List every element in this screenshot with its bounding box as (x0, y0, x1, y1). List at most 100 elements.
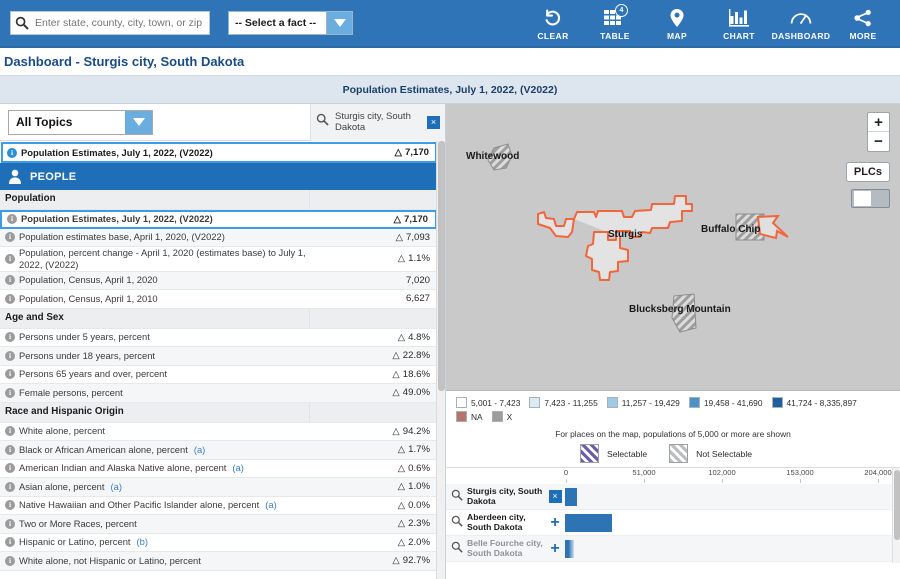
table-row[interactable]: i Two or More Races, percent △ 2.3% (0, 515, 437, 534)
info-icon[interactable]: i (5, 555, 15, 566)
chart-row[interactable]: Belle Fourche city, South Dakota + (446, 536, 900, 562)
map-layer-toggle[interactable] (851, 189, 890, 208)
add-row-button[interactable]: + (545, 514, 565, 531)
table-row[interactable]: i Population, Census, April 1, 2010 6,627 (0, 290, 437, 309)
active-fact-row[interactable]: i Population Estimates, July 1, 2022, (V… (1, 142, 437, 163)
chart-scrollbar[interactable] (892, 468, 900, 563)
table-row[interactable]: i Persons under 5 years, percent △ 4.8% (0, 329, 437, 347)
search-box[interactable] (10, 11, 210, 35)
table-row[interactable]: i Native Hawaiian and Other Pacific Islan… (0, 497, 437, 515)
chevron-down-icon[interactable] (125, 110, 152, 134)
info-icon[interactable]: i (7, 147, 17, 158)
fact-value: △ 4.8% (397, 331, 430, 343)
tool-chart[interactable]: CHART (708, 1, 770, 47)
zoom-out-button[interactable]: − (868, 132, 889, 151)
info-icon[interactable]: i (5, 369, 15, 380)
info-icon[interactable]: i (5, 500, 15, 511)
chart-bar[interactable] (565, 539, 575, 558)
fact-label: i Population estimates base, April 1, 202… (0, 231, 309, 243)
tool-clear[interactable]: CLEAR (522, 1, 584, 47)
table-row[interactable]: i Population estimates base, April 1, 202… (0, 228, 437, 247)
remove-row-button[interactable]: × (545, 490, 565, 503)
tool-map[interactable]: MAP (646, 1, 708, 47)
info-icon[interactable]: i (5, 332, 15, 343)
table-row[interactable]: i American Indian and Alaska Native alone… (0, 460, 437, 478)
chart-rows: Sturgis city, South Dakota × Aberdeen city… (446, 484, 900, 562)
chart-bar[interactable] (565, 487, 577, 506)
table-row[interactable]: i Persons under 18 years, percent △ 22.8% (0, 347, 437, 366)
footnote-link[interactable]: (a) (194, 444, 205, 456)
selected-place-chip: Sturgis city, South Dakota × (310, 103, 445, 141)
info-icon[interactable]: i (5, 275, 15, 286)
fact-label: i Population, percent change - April 1, 2… (0, 247, 309, 271)
facts-scrollbar-thumb[interactable] (438, 141, 445, 391)
legend-item: X (491, 411, 513, 422)
facts-section-header: Population (0, 190, 437, 210)
info-icon[interactable]: i (5, 481, 15, 492)
info-icon[interactable]: i (5, 537, 15, 548)
close-icon[interactable]: × (548, 490, 562, 503)
info-icon[interactable]: i (5, 444, 15, 455)
table-row[interactable]: i Female persons, percent △ 49.0% (0, 384, 437, 403)
share-icon (853, 7, 873, 29)
people-section-band[interactable]: PEOPLE (0, 163, 437, 190)
zoom-in-button[interactable]: + (868, 113, 889, 132)
search-icon[interactable] (451, 514, 464, 532)
add-row-button[interactable]: + (545, 540, 565, 557)
tool-chart-label: CHART (723, 31, 755, 41)
tool-table[interactable]: 4 TABLE (584, 1, 646, 47)
tool-dashboard[interactable]: DASHBOARD (770, 1, 832, 47)
facts-section-label: Age and Sex (5, 311, 64, 323)
footnote-link[interactable]: (a) (232, 462, 243, 474)
facts-section-label: Race and Hispanic Origin (5, 405, 124, 417)
footnote-link[interactable]: (a) (265, 499, 276, 511)
app-header: -- Select a fact -- CLEAR 4 TABLE (0, 0, 900, 48)
chart-row[interactable]: Sturgis city, South Dakota × (446, 484, 900, 510)
chart-bar[interactable] (565, 513, 612, 532)
table-row[interactable]: i Population, percent change - April 1, 2… (0, 247, 437, 272)
info-icon[interactable]: i (5, 253, 15, 264)
map-canvas[interactable]: Whitewood Sturgis Buffalo Chip Blucksber… (446, 104, 900, 391)
table-row[interactable]: i White alone, not Hispanic or Latino, pe… (0, 552, 437, 571)
table-row[interactable]: i Hispanic or Latino, percent (b) △ 2.0% (0, 534, 437, 552)
search-icon[interactable] (451, 488, 464, 506)
table-row[interactable]: i Asian alone, percent (a) △ 1.0% (0, 478, 437, 497)
remove-place-button[interactable]: × (427, 115, 440, 129)
warning-icon: △ (392, 387, 400, 399)
chart-row[interactable]: Aberdeen city, South Dakota + (446, 510, 900, 536)
chart-scrollbar-thumb[interactable] (894, 470, 900, 540)
table-row[interactable]: i White alone, percent △ 94.2% (0, 423, 437, 441)
info-icon[interactable]: i (5, 463, 15, 474)
table-row[interactable]: i Population, Census, April 1, 2020 7,020 (0, 271, 437, 290)
tool-more[interactable]: MORE (832, 1, 894, 47)
table-row[interactable]: i Population Estimates, July 1, 2022, (V2… (0, 210, 437, 229)
plus-icon[interactable]: + (550, 514, 559, 531)
table-row[interactable]: i Black or African American alone, percen… (0, 441, 437, 460)
search-icon[interactable] (451, 540, 464, 558)
plcs-button[interactable]: PLCs (845, 162, 890, 182)
topic-select-dropdown[interactable]: All Topics (8, 109, 153, 135)
warning-icon: △ (397, 444, 406, 456)
facts-scrollbar[interactable] (436, 141, 445, 579)
fact-label: i Black or African American alone, percen… (0, 444, 309, 456)
info-icon[interactable]: i (5, 426, 15, 437)
info-icon[interactable]: i (7, 214, 17, 225)
info-icon[interactable]: i (5, 387, 15, 398)
fact-select-dropdown[interactable]: -- Select a fact -- (228, 11, 353, 35)
info-icon[interactable]: i (5, 232, 15, 243)
fact-value: 6,627 (405, 293, 430, 305)
map-label-buffalo-chip: Buffalo Chip (701, 224, 761, 235)
info-icon[interactable]: i (5, 518, 15, 529)
toggle-knob (854, 191, 871, 206)
chevron-down-icon[interactable] (326, 12, 352, 34)
footnote-link[interactable]: (b) (137, 536, 148, 548)
info-icon[interactable]: i (5, 350, 15, 361)
legend-label: X (506, 411, 513, 422)
footnote-link[interactable]: (a) (110, 481, 121, 493)
fact-value: △ 2.0% (397, 536, 430, 548)
map-label-sturgis: Sturgis (608, 229, 643, 240)
table-row[interactable]: i Persons 65 years and over, percent △ 18.6… (0, 366, 437, 384)
search-input[interactable] (33, 16, 205, 30)
plus-icon[interactable]: + (550, 540, 559, 557)
info-icon[interactable]: i (5, 293, 15, 304)
